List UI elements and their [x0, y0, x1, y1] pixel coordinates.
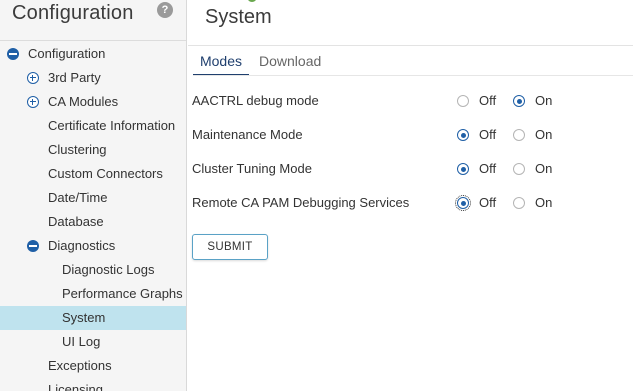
- sidebar-item[interactable]: UI Log: [0, 330, 186, 354]
- sidebar-item[interactable]: CA Modules: [0, 90, 186, 114]
- sidebar: Configuration ? Configuration 3rd Party CA…: [0, 0, 187, 391]
- setting-label: Cluster Tuning Mode: [192, 161, 312, 176]
- setting-row: Remote CA PAM Debugging Services Off On: [192, 192, 612, 214]
- sidebar-item[interactable]: Diagnostics: [0, 234, 186, 258]
- tab-download[interactable]: Download: [259, 50, 321, 76]
- radio-on-label[interactable]: On: [535, 90, 552, 112]
- sidebar-title: Configuration: [12, 2, 134, 24]
- radio-off-label[interactable]: Off: [479, 192, 496, 214]
- sidebar-item-label: Custom Connectors: [48, 166, 163, 181]
- sidebar-item-label: System: [62, 310, 106, 325]
- collapse-icon[interactable]: [27, 240, 39, 252]
- sidebar-item-label: Diagnostic Logs: [62, 262, 155, 277]
- sidebar-item[interactable]: Date/Time: [0, 186, 186, 210]
- sidebar-item[interactable]: Performance Graphs: [0, 282, 186, 306]
- help-icon[interactable]: ?: [157, 2, 173, 18]
- expand-icon[interactable]: [27, 96, 39, 108]
- page-title: System: [205, 6, 272, 28]
- sidebar-item[interactable]: Licensing: [0, 378, 186, 391]
- radio-on[interactable]: [513, 95, 525, 107]
- sidebar-item[interactable]: Exceptions: [0, 354, 186, 378]
- tab-modes[interactable]: Modes: [193, 50, 249, 76]
- radio-off-label[interactable]: Off: [479, 90, 496, 112]
- setting-row: Cluster Tuning Mode Off On: [192, 158, 612, 180]
- sidebar-item-label: Database: [48, 214, 104, 229]
- radio-on[interactable]: [513, 197, 525, 209]
- radio-off[interactable]: [457, 129, 469, 141]
- sidebar-item-label: Date/Time: [48, 190, 108, 205]
- sidebar-item[interactable]: System: [0, 306, 186, 330]
- sidebar-item-label: CA Modules: [48, 94, 119, 109]
- submit-button[interactable]: SUBMIT: [192, 234, 268, 260]
- setting-label: Remote CA PAM Debugging Services: [192, 195, 410, 210]
- radio-on-label[interactable]: On: [535, 192, 552, 214]
- radio-off-label[interactable]: Off: [479, 158, 496, 180]
- header-divider: [188, 45, 633, 46]
- collapse-icon[interactable]: [7, 48, 19, 60]
- sidebar-item-label: Configuration: [28, 46, 106, 61]
- sidebar-item-label: Licensing: [48, 382, 103, 391]
- setting-label: AACTRL debug mode: [192, 93, 319, 108]
- sidebar-item[interactable]: Clustering: [0, 138, 186, 162]
- sidebar-item[interactable]: Diagnostic Logs: [0, 258, 186, 282]
- sidebar-item-label: Exceptions: [48, 358, 112, 373]
- sidebar-item[interactable]: Database: [0, 210, 186, 234]
- radio-on-label[interactable]: On: [535, 158, 552, 180]
- logo-fragment-icon: [248, 0, 256, 2]
- sidebar-item[interactable]: 3rd Party: [0, 66, 186, 90]
- sidebar-item-label: Performance Graphs: [62, 286, 183, 301]
- radio-off[interactable]: [455, 195, 471, 211]
- radio-on[interactable]: [513, 163, 525, 175]
- radio-off-label[interactable]: Off: [479, 124, 496, 146]
- sidebar-divider: [0, 40, 186, 41]
- sidebar-item[interactable]: Configuration: [0, 42, 186, 66]
- sidebar-item-label: Certificate Information: [48, 118, 176, 133]
- radio-on-label[interactable]: On: [535, 124, 552, 146]
- sidebar-item-label: Clustering: [48, 142, 107, 157]
- sidebar-item-label: UI Log: [62, 334, 101, 349]
- expand-icon[interactable]: [27, 72, 39, 84]
- radio-off[interactable]: [457, 95, 469, 107]
- sidebar-item[interactable]: Custom Connectors: [0, 162, 186, 186]
- setting-row: AACTRL debug mode Off On: [192, 90, 612, 112]
- radio-on[interactable]: [513, 129, 525, 141]
- sidebar-item-label: 3rd Party: [48, 70, 101, 85]
- tab-divider: [193, 75, 633, 76]
- sidebar-item-label: Diagnostics: [48, 238, 116, 253]
- setting-row: Maintenance Mode Off On: [192, 124, 612, 146]
- sidebar-item[interactable]: Certificate Information: [0, 114, 186, 138]
- radio-off[interactable]: [457, 163, 469, 175]
- setting-label: Maintenance Mode: [192, 127, 303, 142]
